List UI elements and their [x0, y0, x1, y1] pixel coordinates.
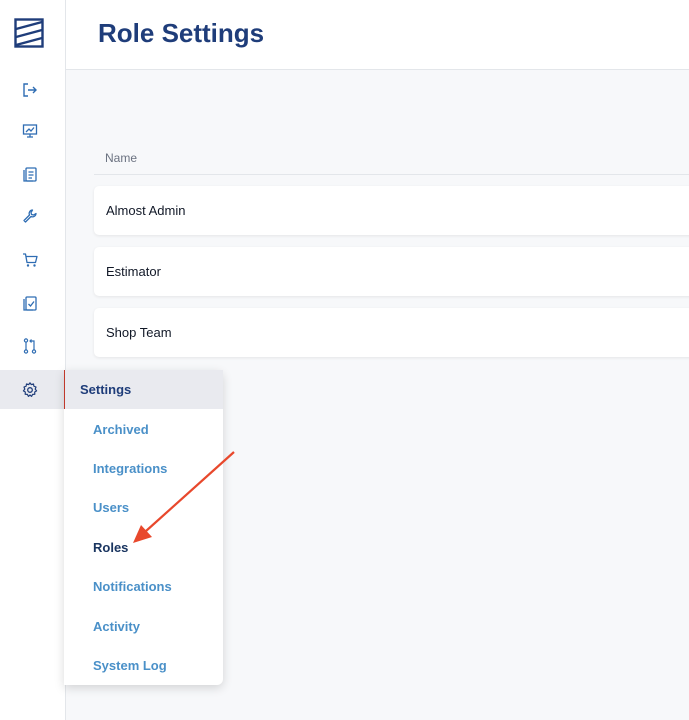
menu-item-activity[interactable]: Activity: [93, 619, 140, 634]
clipboard-list-icon[interactable]: [19, 163, 41, 185]
cart-icon[interactable]: [19, 249, 41, 271]
clipboard-check-icon[interactable]: [19, 292, 41, 314]
workflow-icon[interactable]: [19, 335, 41, 357]
presentation-chart-icon[interactable]: [19, 120, 41, 142]
role-name: Almost Admin: [106, 203, 186, 218]
menu-item-roles[interactable]: Roles: [93, 540, 128, 555]
role-name: Shop Team: [106, 325, 172, 340]
logout-icon[interactable]: [19, 79, 41, 101]
menu-item-system-log[interactable]: System Log: [93, 658, 167, 673]
gear-icon[interactable]: [19, 379, 41, 401]
app-logo[interactable]: [14, 18, 44, 48]
table-header: Name: [94, 150, 689, 175]
settings-flyout-menu: Settings Archived Integrations Users Rol…: [64, 370, 223, 685]
column-header-name[interactable]: Name: [105, 151, 137, 165]
sidebar-item-settings[interactable]: [0, 370, 66, 409]
role-name: Estimator: [106, 264, 161, 279]
menu-item-notifications[interactable]: Notifications: [93, 579, 172, 594]
table-row[interactable]: Shop Team: [94, 308, 689, 357]
page-header: Role Settings: [66, 0, 689, 70]
wrench-icon[interactable]: [19, 205, 41, 227]
table-row[interactable]: Almost Admin: [94, 186, 689, 235]
settings-menu-title: Settings: [80, 382, 132, 397]
sidebar: [0, 0, 66, 720]
settings-menu-header: Settings: [64, 370, 223, 409]
table-row[interactable]: Estimator: [94, 247, 689, 296]
menu-item-integrations[interactable]: Integrations: [93, 461, 167, 476]
page-title: Role Settings: [98, 18, 265, 48]
menu-item-users[interactable]: Users: [93, 500, 129, 515]
menu-item-archived[interactable]: Archived: [93, 422, 149, 437]
